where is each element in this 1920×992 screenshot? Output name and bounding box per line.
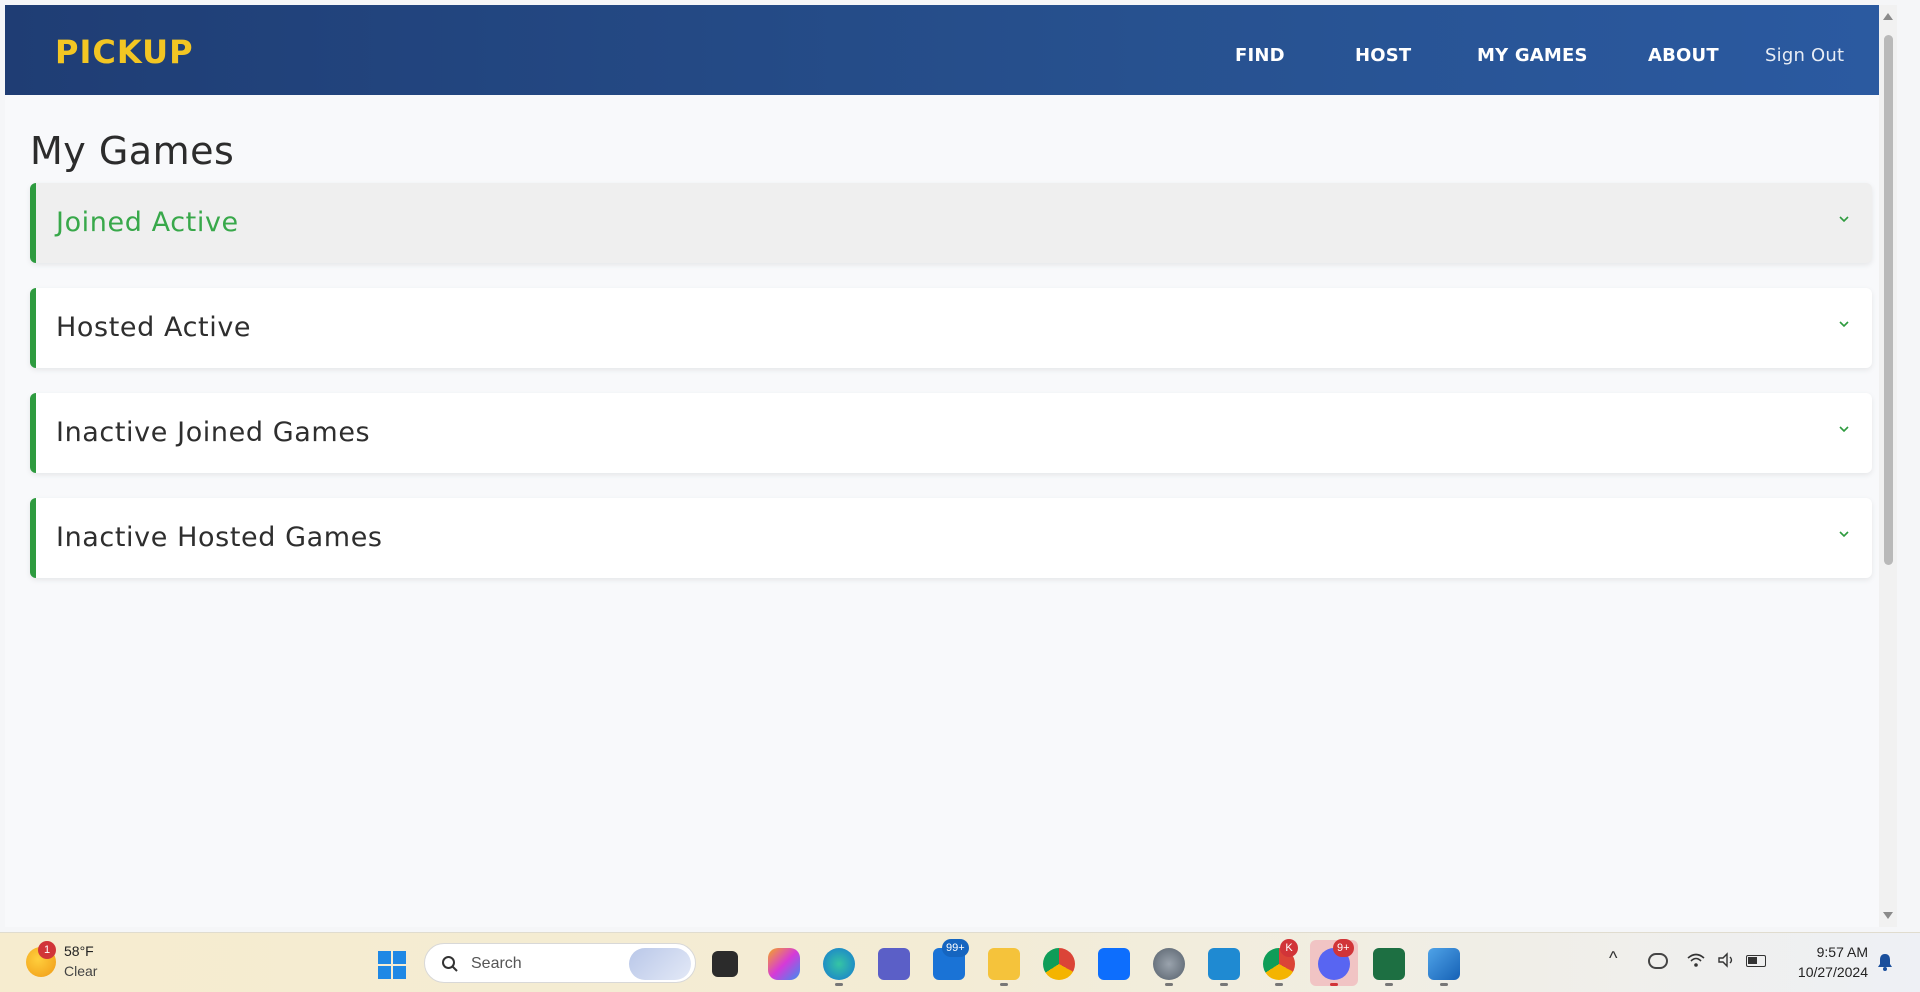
running-indicator — [1275, 983, 1283, 986]
running-indicator — [1000, 983, 1008, 986]
weather-badge: 1 — [38, 941, 56, 959]
page-title: My Games — [30, 129, 235, 173]
nav-my-games[interactable]: MY GAMES — [1477, 45, 1588, 66]
nav-host[interactable]: HOST — [1355, 45, 1411, 66]
windows-taskbar: 1 58°F Clear Search 99+ K 9+ ^ 9:57 AM 1… — [0, 932, 1920, 992]
file-explorer-icon[interactable] — [988, 948, 1020, 980]
weather-desc[interactable]: Clear — [64, 963, 97, 979]
accordion-inactive-hosted[interactable]: Inactive Hosted Games — [30, 498, 1872, 578]
edge-icon[interactable] — [823, 948, 855, 980]
top-navbar: PICKUP FIND HOST MY GAMES ABOUT Sign Out — [5, 5, 1897, 95]
accordion-label: Joined Active — [56, 207, 239, 238]
accordion-label: Hosted Active — [56, 312, 252, 343]
photos-icon[interactable] — [1428, 948, 1460, 980]
search-icon — [442, 956, 458, 972]
accordion-label: Inactive Hosted Games — [56, 522, 383, 553]
chrome-icon[interactable] — [1043, 948, 1075, 980]
windows-start-icon[interactable] — [377, 950, 407, 980]
chevron-down-icon — [1839, 216, 1849, 223]
running-indicator — [1165, 983, 1173, 986]
chrome-profile-badge: K — [1280, 939, 1298, 957]
running-indicator — [1330, 983, 1338, 986]
teams-icon[interactable] — [878, 948, 910, 980]
vertical-scrollbar[interactable] — [1879, 5, 1897, 927]
brand-logo[interactable]: PICKUP — [55, 33, 194, 71]
accordion-inactive-joined[interactable]: Inactive Joined Games — [30, 393, 1872, 473]
clock-time[interactable]: 9:57 AM — [1788, 944, 1868, 960]
accordion-hosted-active[interactable]: Hosted Active — [30, 288, 1872, 368]
battery-icon[interactable] — [1746, 955, 1766, 967]
cortana-icon[interactable] — [1098, 948, 1130, 980]
running-indicator — [1385, 983, 1393, 986]
onedrive-icon[interactable] — [1648, 953, 1668, 969]
wifi-icon[interactable] — [1686, 951, 1706, 969]
search-placeholder: Search — [471, 955, 522, 972]
nav-about[interactable]: ABOUT — [1648, 45, 1719, 66]
vscode-icon[interactable] — [1208, 948, 1240, 980]
volume-icon[interactable] — [1716, 951, 1736, 969]
sign-out-link[interactable]: Sign Out — [1765, 45, 1844, 66]
excel-icon[interactable] — [1373, 948, 1405, 980]
copilot-icon[interactable] — [768, 948, 800, 980]
tray-overflow-chevron-icon[interactable]: ^ — [1609, 948, 1617, 969]
scroll-up-arrow-icon[interactable] — [1883, 13, 1893, 20]
search-highlight-icon — [629, 948, 691, 980]
mail-badge: 99+ — [942, 939, 969, 957]
accordion-label: Inactive Joined Games — [56, 417, 371, 448]
nav-find[interactable]: FIND — [1235, 45, 1285, 66]
browser-viewport: PICKUP FIND HOST MY GAMES ABOUT Sign Out… — [5, 5, 1897, 927]
notification-bell-icon[interactable] — [1876, 952, 1894, 972]
scroll-down-arrow-icon[interactable] — [1883, 912, 1893, 919]
scroll-thumb[interactable] — [1884, 35, 1893, 565]
clock-date[interactable]: 10/27/2024 — [1778, 964, 1868, 980]
chevron-down-icon — [1839, 321, 1849, 328]
weather-temp[interactable]: 58°F — [64, 943, 94, 959]
running-indicator — [1440, 983, 1448, 986]
chevron-down-icon — [1839, 531, 1849, 538]
running-indicator — [1220, 983, 1228, 986]
task-view-icon[interactable] — [712, 951, 738, 977]
chevron-down-icon — [1839, 426, 1849, 433]
discord-badge: 9+ — [1333, 939, 1354, 957]
settings-icon[interactable] — [1153, 948, 1185, 980]
battery-fill — [1748, 957, 1757, 964]
taskbar-search[interactable]: Search — [424, 943, 696, 983]
running-indicator — [835, 983, 843, 986]
accordion-joined-active[interactable]: Joined Active — [30, 183, 1872, 263]
